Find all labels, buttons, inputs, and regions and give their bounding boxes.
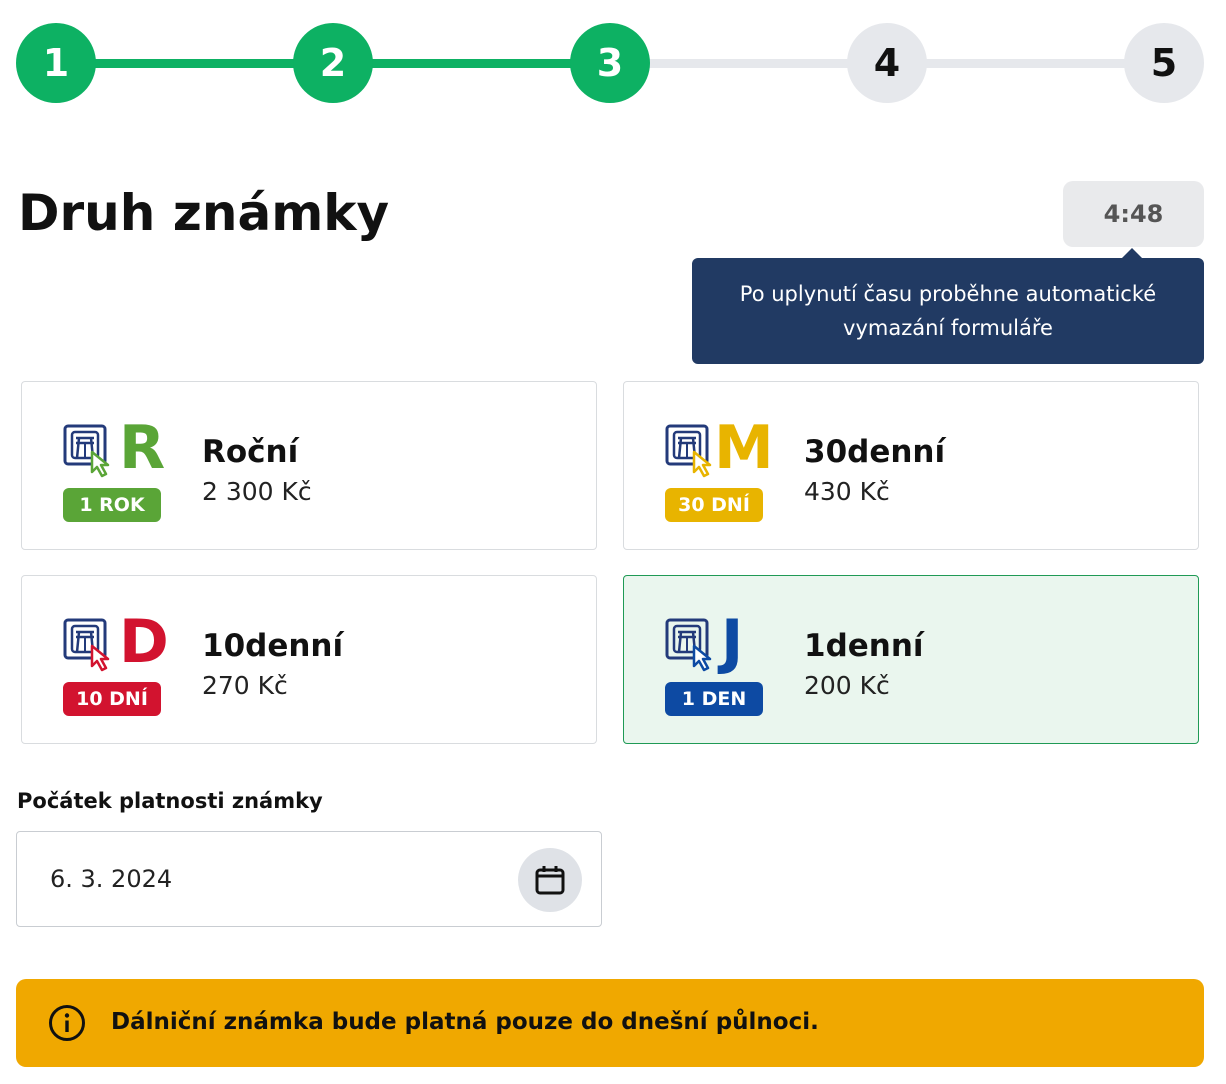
vignette-letter: M	[714, 413, 774, 483]
timer-tooltip: Po uplynutí času proběhne automatické vy…	[692, 258, 1204, 364]
step-1[interactable]: 1	[16, 23, 96, 103]
duration-badge: 1 ROK	[63, 488, 161, 522]
vignette-letter: R	[119, 413, 166, 483]
highway-ticket-icon	[63, 424, 110, 478]
step-5: 5	[1124, 23, 1204, 103]
warning-banner: Dálniční známka bude platná pouze do dne…	[16, 979, 1204, 1067]
vignette-card-annual[interactable]: R 1 ROK Roční 2 300 Kč	[21, 381, 597, 550]
tooltip-arrow	[1122, 248, 1142, 258]
step-4: 4	[847, 23, 927, 103]
vignette-logo: R	[62, 416, 165, 484]
vignette-card-10day[interactable]: D 10 DNÍ 10denní 270 Kč	[21, 575, 597, 744]
vignette-name: 30denní	[804, 434, 946, 470]
validity-label: Počátek platnosti známky	[17, 789, 323, 813]
vignette-price: 2 300 Kč	[202, 477, 312, 506]
validity-date-field[interactable]	[16, 831, 602, 927]
vignette-price: 200 Kč	[804, 671, 890, 700]
validity-date-input[interactable]	[18, 833, 498, 925]
vignette-logo: J	[664, 610, 764, 678]
calendar-icon	[535, 866, 565, 895]
vignette-name: 1denní	[804, 628, 924, 664]
highway-ticket-icon	[63, 618, 110, 672]
duration-badge: 1 DEN	[665, 682, 763, 716]
vignette-name: 10denní	[202, 628, 344, 664]
vignette-logo: D	[62, 610, 169, 678]
vignette-price: 430 Kč	[804, 477, 890, 506]
step-2[interactable]: 2	[293, 23, 373, 103]
step-3[interactable]: 3	[570, 23, 650, 103]
duration-badge: 10 DNÍ	[63, 682, 161, 716]
vignette-price: 270 Kč	[202, 671, 288, 700]
vignette-logo: M	[664, 416, 774, 484]
duration-badge: 30 DNÍ	[665, 488, 763, 522]
calendar-button[interactable]	[518, 848, 582, 912]
vignette-letter: J	[721, 607, 744, 677]
vignette-card-30day[interactable]: M 30 DNÍ 30denní 430 Kč	[623, 381, 1199, 550]
info-icon	[49, 1005, 85, 1041]
vignette-card-1day[interactable]: J 1 DEN 1denní 200 Kč	[623, 575, 1199, 744]
page-title: Druh známky	[18, 184, 390, 242]
vignette-letter: D	[119, 607, 169, 677]
progress-stepper: 1 2 3 4 5	[16, 23, 1204, 103]
highway-ticket-icon	[665, 618, 712, 672]
vignette-name: Roční	[202, 434, 299, 470]
warning-text: Dálniční známka bude platná pouze do dne…	[111, 1009, 819, 1035]
highway-ticket-icon	[665, 424, 712, 478]
session-timer: 4:48	[1063, 181, 1204, 247]
